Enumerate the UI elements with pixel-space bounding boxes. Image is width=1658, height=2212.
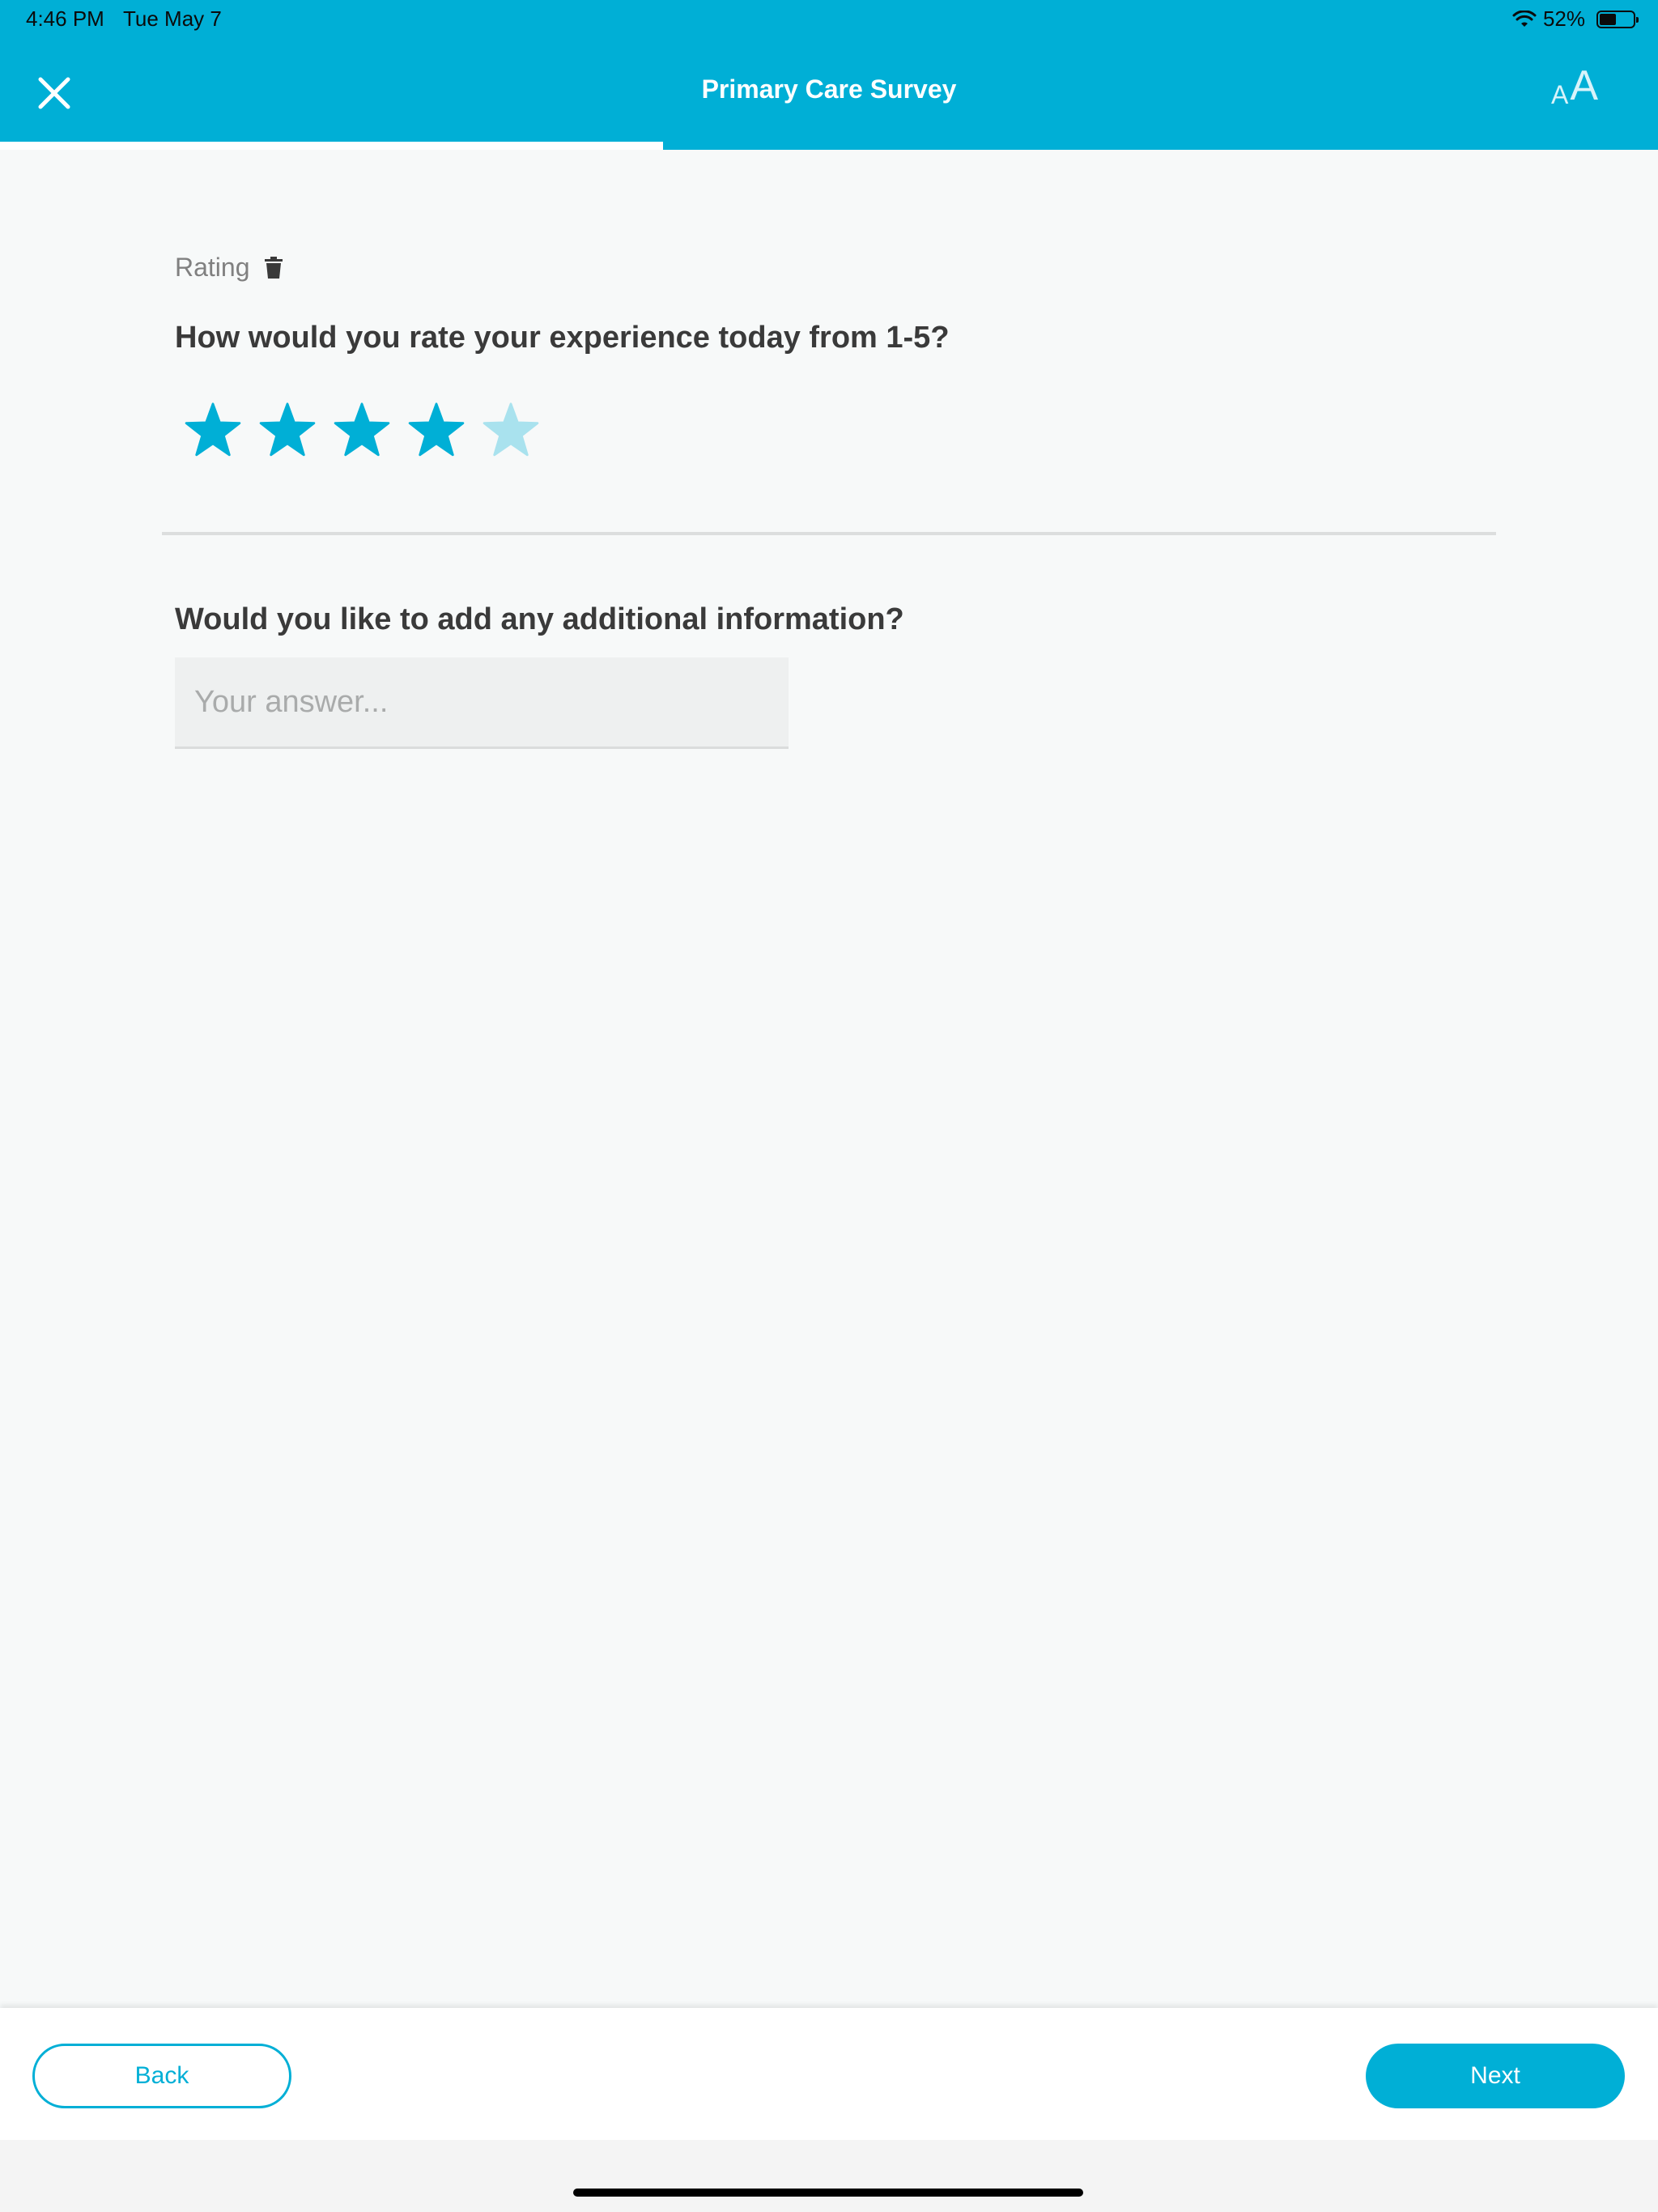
question-type-label: Rating: [175, 253, 283, 283]
question-divider: [162, 532, 1496, 535]
rating-question: How would you rate your experience today…: [175, 321, 950, 355]
additional-info-question: Would you like to add any additional inf…: [175, 602, 904, 636]
status-date: Tue May 7: [123, 6, 222, 31]
next-button[interactable]: Next: [1366, 2044, 1625, 2108]
text-size-small-glyph: A: [1551, 80, 1569, 109]
status-time: 4:46 PM: [26, 6, 104, 31]
text-size-icon[interactable]: A A: [1551, 62, 1598, 110]
star-icon[interactable]: [408, 402, 465, 458]
battery-percent: 52%: [1542, 6, 1585, 31]
survey-progress-bar: [0, 142, 664, 150]
trash-icon[interactable]: [264, 256, 283, 279]
home-indicator-area: [0, 2140, 1658, 2212]
home-indicator[interactable]: [573, 2189, 1083, 2197]
page-title: Primary Care Survey: [701, 74, 957, 104]
back-button[interactable]: Back: [32, 2044, 291, 2108]
star-rating: [185, 402, 539, 458]
star-icon[interactable]: [185, 402, 241, 458]
header-bar: 4:46 PM Tue May 7 52% Primary Care Surve…: [0, 0, 1658, 150]
status-bar: 4:46 PM Tue May 7 52%: [0, 0, 1658, 37]
close-icon[interactable]: [29, 68, 79, 118]
rating-label: Rating: [175, 253, 250, 282]
star-icon[interactable]: [334, 402, 390, 458]
status-indicators: 52%: [1512, 6, 1639, 32]
battery-icon: [1596, 10, 1639, 28]
wifi-icon: [1512, 10, 1537, 27]
answer-input[interactable]: [175, 657, 789, 749]
star-icon[interactable]: [259, 402, 316, 458]
star-icon[interactable]: [483, 402, 539, 458]
footer-bar: Back Next: [0, 2008, 1658, 2140]
text-size-large-glyph: A: [1570, 62, 1599, 109]
